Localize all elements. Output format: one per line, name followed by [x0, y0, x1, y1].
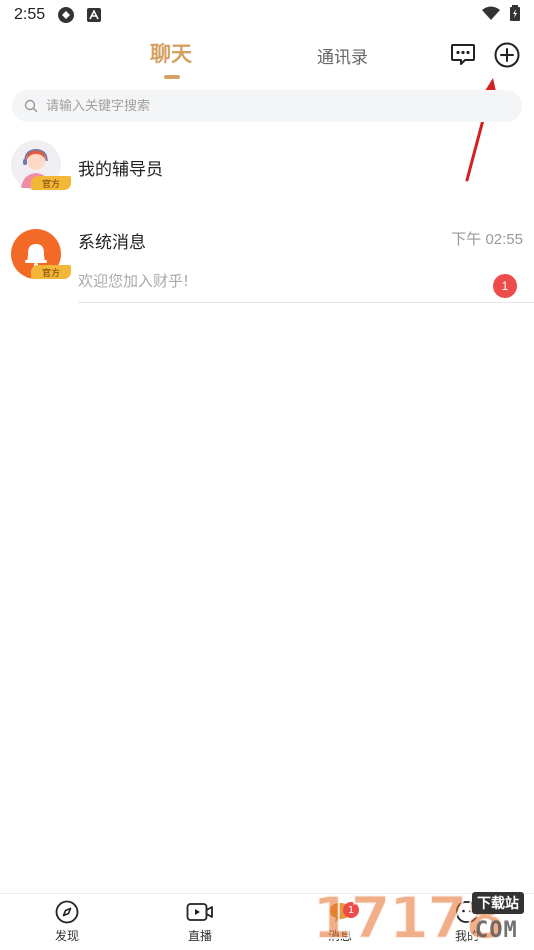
compass-icon — [55, 900, 79, 924]
app-notification-icon — [87, 8, 102, 22]
speech-bubble-icon — [451, 44, 475, 65]
conversation-title: 系统消息 — [78, 233, 146, 253]
add-button[interactable] — [492, 40, 522, 70]
message-options-button[interactable] — [448, 40, 478, 70]
nav-item-live[interactable]: 直播 — [165, 900, 235, 950]
status-bar: 2:55 — [0, 0, 534, 30]
nav-label: 直播 — [187, 929, 212, 943]
conversation-time: 下午 02:55 — [451, 231, 523, 248]
unread-count-badge: 1 — [493, 274, 517, 298]
site-watermark: 17178 下载站 COM — [311, 883, 534, 950]
watermark-tag: 下载站 — [472, 892, 524, 914]
conversation-item-counselor[interactable]: 官方 我的辅导员 — [0, 140, 534, 200]
watermark-domain: COM — [475, 918, 518, 943]
plus-circle-icon — [494, 42, 520, 68]
wifi-icon — [482, 6, 500, 24]
tab-chat[interactable]: 聊天 — [150, 38, 192, 68]
search-bar[interactable] — [12, 90, 522, 122]
battery-icon — [510, 5, 520, 25]
status-time: 2:55 — [14, 6, 46, 23]
nav-label: 发现 — [54, 929, 79, 943]
official-badge: 官方 — [31, 176, 71, 190]
chat-header: 聊天 通讯录 — [0, 30, 534, 86]
search-icon — [24, 99, 38, 113]
nav-item-discover[interactable]: 发现 — [32, 900, 102, 950]
tab-active-indicator — [164, 75, 180, 79]
conversation-preview: 欢迎您加入财乎! — [78, 272, 190, 290]
conversation-title: 我的辅导员 — [78, 160, 163, 180]
video-camera-icon — [186, 903, 213, 921]
sync-icon — [57, 6, 75, 24]
avatar: 官方 — [11, 140, 71, 190]
avatar: 官方 — [11, 229, 71, 279]
row-divider — [78, 302, 534, 303]
conversation-item-system[interactable]: 官方 系统消息 下午 02:55 欢迎您加入财乎! 1 — [0, 222, 534, 304]
search-input[interactable] — [46, 98, 486, 114]
tab-contacts[interactable]: 通讯录 — [317, 43, 368, 68]
official-badge: 官方 — [31, 265, 71, 279]
